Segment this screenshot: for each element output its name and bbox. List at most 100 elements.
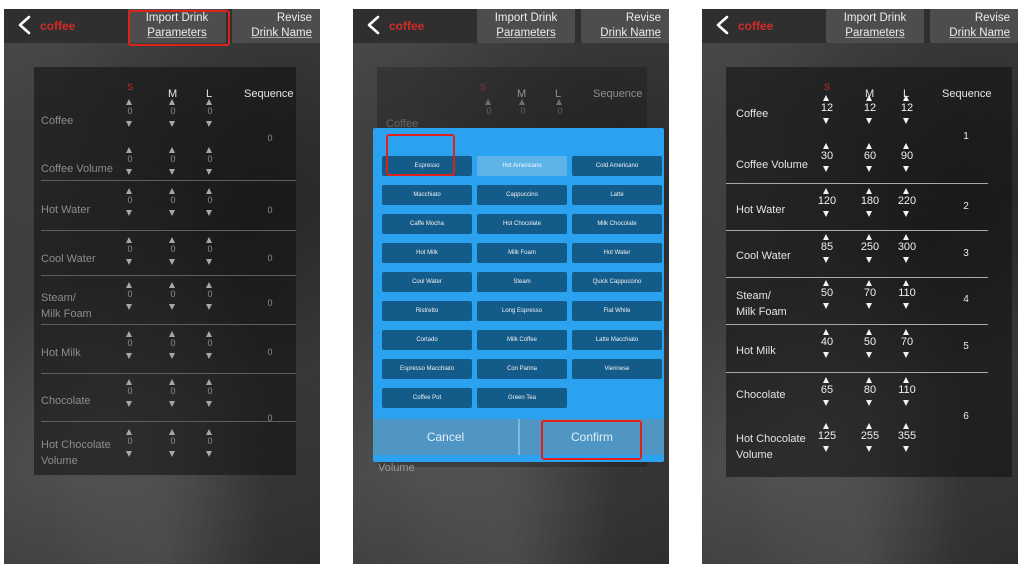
sequence-value[interactable]: 0: [255, 133, 285, 143]
increment-arrow-icon[interactable]: [169, 99, 175, 105]
decrement-arrow-icon[interactable]: [169, 121, 175, 127]
value-cell[interactable]: 90: [897, 150, 917, 162]
increment-arrow-icon[interactable]: [206, 429, 212, 435]
increment-arrow-icon[interactable]: [823, 329, 829, 335]
increment-arrow-icon[interactable]: [866, 377, 872, 383]
decrement-arrow-icon[interactable]: [126, 353, 132, 359]
value-cell[interactable]: 80: [860, 384, 880, 396]
decrement-arrow-icon[interactable]: [866, 303, 872, 309]
drink-option-button[interactable]: Ristretto: [382, 301, 472, 321]
decrement-arrow-icon[interactable]: [169, 210, 175, 216]
sequence-value[interactable]: 6: [951, 411, 981, 422]
value-cell[interactable]: 125: [817, 430, 837, 442]
value-cell[interactable]: 0: [120, 195, 140, 205]
increment-arrow-icon[interactable]: [169, 331, 175, 337]
value-cell[interactable]: 0: [120, 289, 140, 299]
value-cell[interactable]: 220: [897, 195, 917, 207]
sequence-value[interactable]: 0: [255, 298, 285, 308]
increment-arrow-icon[interactable]: [903, 234, 909, 240]
decrement-arrow-icon[interactable]: [903, 118, 909, 124]
decrement-arrow-icon[interactable]: [206, 210, 212, 216]
decrement-arrow-icon[interactable]: [823, 166, 829, 172]
revise-drink-name-button[interactable]: Revise Drink Name: [581, 9, 669, 43]
drink-option-button[interactable]: Green Tea: [477, 388, 567, 408]
increment-arrow-icon[interactable]: [866, 329, 872, 335]
sequence-value[interactable]: 0: [255, 253, 285, 263]
decrement-arrow-icon[interactable]: [126, 304, 132, 310]
decrement-arrow-icon[interactable]: [169, 451, 175, 457]
increment-arrow-icon[interactable]: [126, 188, 132, 194]
decrement-arrow-icon[interactable]: [903, 211, 909, 217]
value-cell[interactable]: 110: [897, 384, 917, 396]
decrement-arrow-icon[interactable]: [903, 257, 909, 263]
increment-arrow-icon[interactable]: [823, 143, 829, 149]
value-cell[interactable]: 30: [817, 150, 837, 162]
decrement-arrow-icon[interactable]: [823, 211, 829, 217]
value-cell[interactable]: 65: [817, 384, 837, 396]
drink-option-button[interactable]: Cool Water: [382, 272, 472, 292]
increment-arrow-icon[interactable]: [903, 143, 909, 149]
sequence-value[interactable]: 0: [255, 413, 285, 423]
decrement-arrow-icon[interactable]: [866, 352, 872, 358]
increment-arrow-icon[interactable]: [903, 280, 909, 286]
increment-arrow-icon[interactable]: [823, 423, 829, 429]
increment-arrow-icon[interactable]: [823, 188, 829, 194]
decrement-arrow-icon[interactable]: [169, 259, 175, 265]
revise-drink-name-button[interactable]: Revise Drink Name: [232, 9, 320, 43]
drink-option-button[interactable]: Cold Americano: [572, 156, 662, 176]
drink-option-button[interactable]: Hot Chocolate: [477, 214, 567, 234]
value-cell[interactable]: 110: [897, 287, 917, 299]
value-cell[interactable]: 70: [897, 336, 917, 348]
decrement-arrow-icon[interactable]: [823, 257, 829, 263]
increment-arrow-icon[interactable]: [903, 329, 909, 335]
decrement-arrow-icon[interactable]: [206, 353, 212, 359]
value-cell[interactable]: 0: [163, 154, 183, 164]
decrement-arrow-icon[interactable]: [903, 446, 909, 452]
increment-arrow-icon[interactable]: [126, 237, 132, 243]
increment-arrow-icon[interactable]: [169, 188, 175, 194]
increment-arrow-icon[interactable]: [126, 147, 132, 153]
increment-arrow-icon[interactable]: [126, 99, 132, 105]
value-cell[interactable]: 70: [860, 287, 880, 299]
decrement-arrow-icon[interactable]: [126, 121, 132, 127]
drink-option-button[interactable]: Milk Coffee: [477, 330, 567, 350]
increment-arrow-icon[interactable]: [866, 234, 872, 240]
increment-arrow-icon[interactable]: [866, 280, 872, 286]
drink-option-button[interactable]: Milk Chocolate: [572, 214, 662, 234]
value-cell[interactable]: 0: [120, 436, 140, 446]
value-cell[interactable]: 50: [860, 336, 880, 348]
decrement-arrow-icon[interactable]: [903, 166, 909, 172]
increment-arrow-icon[interactable]: [903, 377, 909, 383]
value-cell[interactable]: 12: [817, 102, 837, 114]
increment-arrow-icon[interactable]: [903, 95, 909, 101]
revise-drink-name-button[interactable]: Revise Drink Name: [930, 9, 1018, 43]
drink-option-button[interactable]: Caffe Mocha: [382, 214, 472, 234]
increment-arrow-icon[interactable]: [823, 377, 829, 383]
back-chevron-icon[interactable]: [712, 13, 734, 37]
value-cell[interactable]: 0: [200, 154, 220, 164]
value-cell[interactable]: 180: [860, 195, 880, 207]
value-cell[interactable]: 12: [860, 102, 880, 114]
increment-arrow-icon[interactable]: [206, 188, 212, 194]
increment-arrow-icon[interactable]: [206, 147, 212, 153]
decrement-arrow-icon[interactable]: [206, 401, 212, 407]
decrement-arrow-icon[interactable]: [206, 169, 212, 175]
value-cell[interactable]: 0: [163, 106, 183, 116]
sequence-value[interactable]: 4: [951, 294, 981, 305]
decrement-arrow-icon[interactable]: [169, 353, 175, 359]
decrement-arrow-icon[interactable]: [866, 211, 872, 217]
value-cell[interactable]: 300: [897, 241, 917, 253]
drink-option-button[interactable]: Macchiato: [382, 185, 472, 205]
decrement-arrow-icon[interactable]: [823, 303, 829, 309]
value-cell[interactable]: 0: [200, 195, 220, 205]
value-cell[interactable]: 12: [897, 102, 917, 114]
sequence-value[interactable]: 2: [951, 201, 981, 212]
increment-arrow-icon[interactable]: [206, 331, 212, 337]
value-cell[interactable]: 0: [200, 386, 220, 396]
value-cell[interactable]: 0: [163, 289, 183, 299]
decrement-arrow-icon[interactable]: [126, 210, 132, 216]
increment-arrow-icon[interactable]: [903, 188, 909, 194]
increment-arrow-icon[interactable]: [823, 95, 829, 101]
increment-arrow-icon[interactable]: [126, 282, 132, 288]
value-cell[interactable]: 0: [120, 244, 140, 254]
